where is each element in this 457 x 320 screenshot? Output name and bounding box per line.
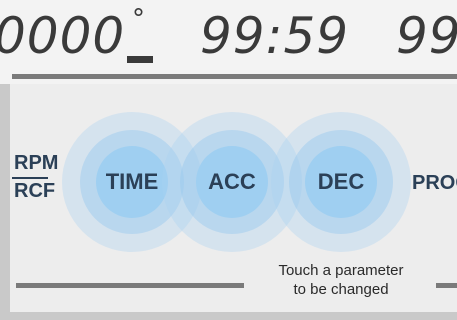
program-readout: 99: [396, 7, 457, 65]
degree-symbol: °: [132, 4, 145, 34]
prog-label[interactable]: PROG: [412, 172, 457, 195]
acc-button-label: ACC: [208, 169, 256, 194]
dec-button-label: DEC: [317, 169, 365, 194]
left-bezel: [0, 84, 10, 320]
display-divider: [12, 74, 457, 79]
rcf-label[interactable]: RCF: [14, 180, 55, 203]
hint-line-2: to be changed: [293, 281, 389, 298]
acc-button[interactable]: ACC: [196, 146, 268, 218]
rpm-rcf-divider: [12, 177, 48, 179]
bottom-divider-right: [436, 283, 457, 288]
bottom-bezel: [0, 312, 457, 320]
hint-line-1: Touch a parameter: [278, 262, 404, 279]
lcd-display: 0000 ° 99:59 99: [0, 0, 457, 84]
edit-cursor: [127, 56, 153, 63]
hint-text: Touch a parameter to be changed: [248, 261, 434, 299]
control-panel: 0000 ° 99:59 99 RPM RCF TIME ACC DEC PRO…: [0, 0, 457, 320]
dec-button[interactable]: DEC: [305, 146, 377, 218]
time-button-label: TIME: [105, 169, 159, 194]
time-button[interactable]: TIME: [96, 146, 168, 218]
speed-readout: 0000: [0, 7, 126, 65]
bottom-divider-left: [16, 283, 244, 288]
timer-readout: 99:59: [200, 7, 350, 65]
rpm-label[interactable]: RPM: [14, 152, 58, 175]
